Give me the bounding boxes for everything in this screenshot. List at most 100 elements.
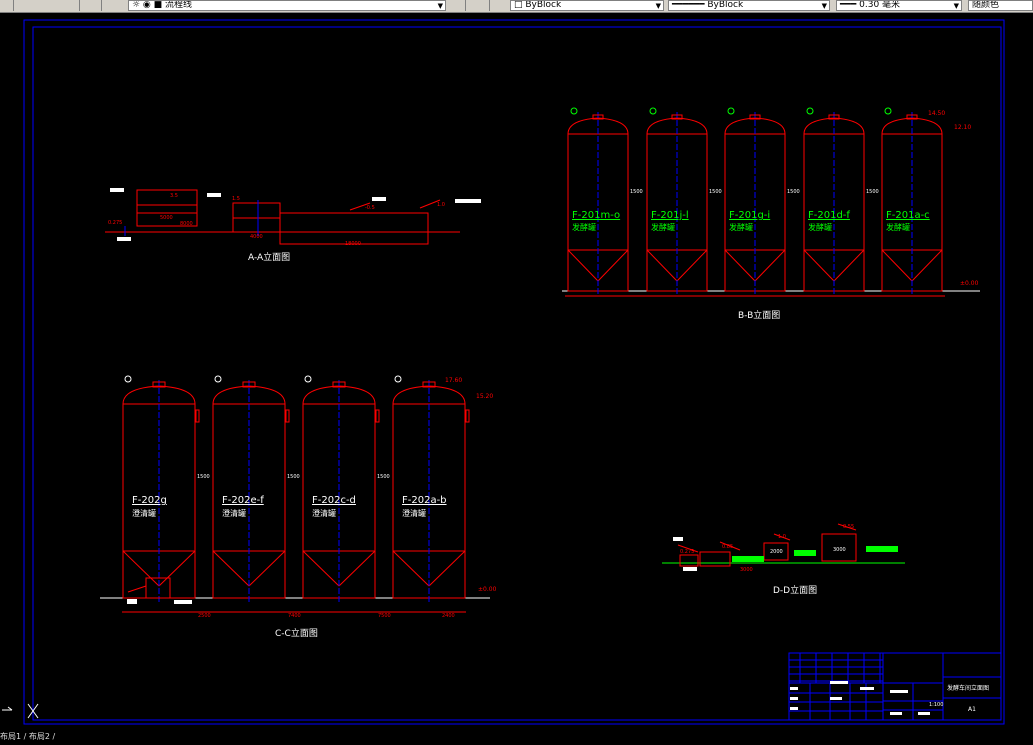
bb-tank: F-201g-i发酵罐 1500 xyxy=(724,107,800,295)
bb-level-top: 14.50 xyxy=(928,110,945,117)
dropdown-arrow-icon[interactable] xyxy=(0,0,14,11)
cc-level-bottom: ±0.00 xyxy=(478,586,497,593)
color-value: ByBlock xyxy=(525,0,562,10)
linetype-dropdown[interactable]: ━━━━━━ ByBlock ▼ xyxy=(668,0,830,11)
cc-tank: F-202a-b 澄清罐 xyxy=(392,375,470,604)
cc-dim: 2500 xyxy=(198,613,211,619)
cc-dim: 7400 xyxy=(288,613,301,619)
bb-tank-name: 发酵罐 xyxy=(886,222,910,232)
title-block-grid xyxy=(789,653,883,720)
lineweight-value: 0.30 毫米 xyxy=(859,0,901,10)
cc-level-mid: 15.20 xyxy=(476,393,493,400)
cc-spacing-label: 1500 xyxy=(287,474,300,480)
outer-frame xyxy=(23,19,1005,725)
cc-tank-id: F-202g xyxy=(132,495,167,506)
cc-tank: F-202g 澄清罐 1500 xyxy=(122,375,210,604)
layout-tabs[interactable]: 布局1 / 布局2 / xyxy=(0,733,55,741)
cc-tank-id: F-202c-d xyxy=(312,495,356,506)
bb-spacing-label: 1500 xyxy=(630,189,643,195)
cc-dim: 7500 xyxy=(378,613,391,619)
color-dropdown[interactable]: □ ByBlock ▼ xyxy=(510,0,664,11)
make-layer-current-icon[interactable] xyxy=(452,0,466,11)
bb-tank-id: F-201a-c xyxy=(886,210,930,221)
lineweight-preview-icon: ━━━ xyxy=(840,0,860,10)
aa-dim: 5000 xyxy=(160,215,173,221)
drawing-canvas[interactable]: 5000 8000 4000 18000 0.275 3.5 1.5 -0.5 … xyxy=(0,13,1033,741)
layer-states-icon[interactable] xyxy=(66,0,80,11)
bb-tank-name: 发酵罐 xyxy=(651,222,675,232)
dd-caption: D-D立面图 xyxy=(773,584,817,596)
cc-dimension-labels: 2500 7400 7500 2400 xyxy=(198,613,455,619)
cc-tank: F-202c-d 澄清罐 1500 xyxy=(302,375,390,604)
aa-level: -0.5 xyxy=(365,205,375,211)
cc-tank-name: 澄清罐 xyxy=(132,508,156,518)
chevron-down-icon: ▼ xyxy=(437,2,443,10)
title-block-sheet-size: A1 xyxy=(968,706,976,713)
bb-spacing-label: 1500 xyxy=(866,189,879,195)
bb-tank-name: 发酵罐 xyxy=(808,222,832,232)
cc-tanks: F-202g 澄清罐 1500 F-202e-f 澄清罐 1500 F-202c-d 澄清罐 1… xyxy=(122,375,470,604)
dd-level: 0.275 xyxy=(680,549,694,555)
bb-spacing-label: 1500 xyxy=(709,189,722,195)
bb-tank-id: F-201m-o xyxy=(572,210,620,221)
layer-dropdown[interactable]: ☼ ◉ ■ 流程线 ▼ xyxy=(128,0,446,11)
dd-dim: 3000 xyxy=(740,567,753,573)
plotstyle-value: 随颜色 xyxy=(972,0,1000,10)
cc-tank-name: 澄清罐 xyxy=(222,508,246,518)
layer-manager-icon[interactable] xyxy=(476,0,490,11)
bb-spacing-label: 1500 xyxy=(787,189,800,195)
cc-tank: F-202e-f 澄清罐 1500 xyxy=(212,375,300,604)
bb-tank-id: F-201j-l xyxy=(651,210,689,221)
aa-dim: 18000 xyxy=(345,241,361,247)
dd-level: 0.55 xyxy=(843,524,854,530)
title-block-scale: 1:100 xyxy=(929,702,943,708)
cc-tank-name: 澄清罐 xyxy=(402,508,426,518)
aa-dimension-labels: 5000 8000 4000 18000 0.275 3.5 1.5 -0.5 … xyxy=(108,193,445,247)
aa-dim: 8000 xyxy=(180,221,193,227)
dd-dim: 3000 xyxy=(833,547,846,553)
linetype-value: ByBlock xyxy=(707,0,744,10)
linetype-preview-icon: ━━━━━━ xyxy=(672,0,708,10)
cc-tank-name: 澄清罐 xyxy=(312,508,336,518)
dd-dim: 2000 xyxy=(770,549,783,555)
cc-caption: C-C立面图 xyxy=(275,627,318,639)
bb-tank-name: 发酵罐 xyxy=(729,222,753,232)
bb-tanks: F-201m-o发酵罐1500F-201j-l发酵罐1500F-201g-i发酵… xyxy=(567,107,943,295)
bb-tank-id: F-201g-i xyxy=(729,210,770,221)
cc-spacing-label: 1500 xyxy=(197,474,210,480)
bb-tank: F-201d-f发酵罐 1500 xyxy=(803,107,879,295)
aa-level: 3.5 xyxy=(170,193,178,199)
dd-level: 0.85 xyxy=(722,544,733,550)
lineweight-dropdown[interactable]: ━━━ 0.30 毫米 ▼ xyxy=(836,0,962,11)
dd-level: 1.0 xyxy=(778,534,786,540)
layer-name: 流程线 xyxy=(165,0,193,10)
elevation-dd xyxy=(662,523,905,571)
color-swatch-icon: □ xyxy=(514,0,526,10)
cc-tank-id: F-202e-f xyxy=(222,495,264,506)
bb-caption: B-B立面图 xyxy=(738,309,780,321)
cc-level-top: 17.60 xyxy=(445,377,462,384)
cc-tank-id: F-202a-b xyxy=(402,495,447,506)
aa-caption: A-A立面图 xyxy=(248,251,290,263)
plotstyle-dropdown[interactable]: 随颜色 xyxy=(968,0,1033,11)
layer-previous-icon[interactable] xyxy=(88,0,102,11)
aa-level: 1.5 xyxy=(232,196,240,202)
aa-level: 1.0 xyxy=(437,202,445,208)
bb-level-mid: 12.10 xyxy=(954,124,971,131)
bb-tank: F-201a-c发酵罐 xyxy=(881,107,943,295)
bb-tank-id: F-201d-f xyxy=(808,210,850,221)
bb-level-bottom: ±0.00 xyxy=(960,280,979,287)
title-block-drawing-title: 发酵车间立面图 xyxy=(947,684,989,692)
properties-toolbar: ☼ ◉ ■ 流程线 ▼ □ ByBlock ▼ ━━━━━━ ByBlock ▼ ━━… xyxy=(0,0,1033,13)
chevron-down-icon: ▼ xyxy=(953,2,959,10)
layer-visibility-icons: ☼ ◉ ■ xyxy=(132,0,166,10)
bb-tank-name: 发酵罐 xyxy=(572,222,596,232)
inner-frame xyxy=(32,26,1002,721)
aa-level: 0.275 xyxy=(108,220,122,226)
bb-tank: F-201j-l发酵罐 1500 xyxy=(646,107,722,295)
cc-dim: 2400 xyxy=(442,613,455,619)
bb-tank: F-201m-o发酵罐 1500 xyxy=(567,107,643,295)
chevron-down-icon: ▼ xyxy=(655,2,661,10)
aa-dim: 4000 xyxy=(250,234,263,240)
chevron-down-icon: ▼ xyxy=(821,2,827,10)
